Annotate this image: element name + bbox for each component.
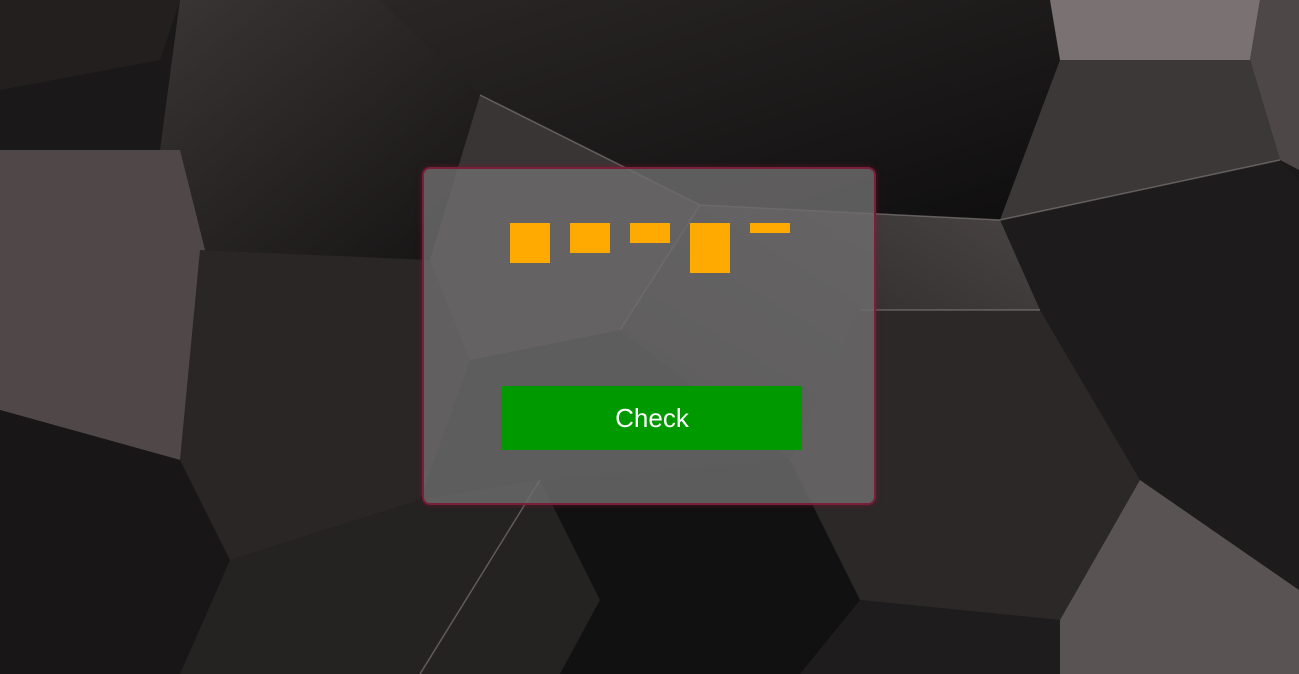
captcha-bar: [630, 223, 670, 243]
captcha-panel: Check: [422, 167, 876, 505]
check-button[interactable]: Check: [502, 386, 802, 450]
captcha-bar: [690, 223, 730, 273]
captcha-bar: [510, 223, 550, 263]
captcha-bar: [570, 223, 610, 253]
captcha-bars: [424, 169, 874, 289]
captcha-bar: [750, 223, 790, 233]
